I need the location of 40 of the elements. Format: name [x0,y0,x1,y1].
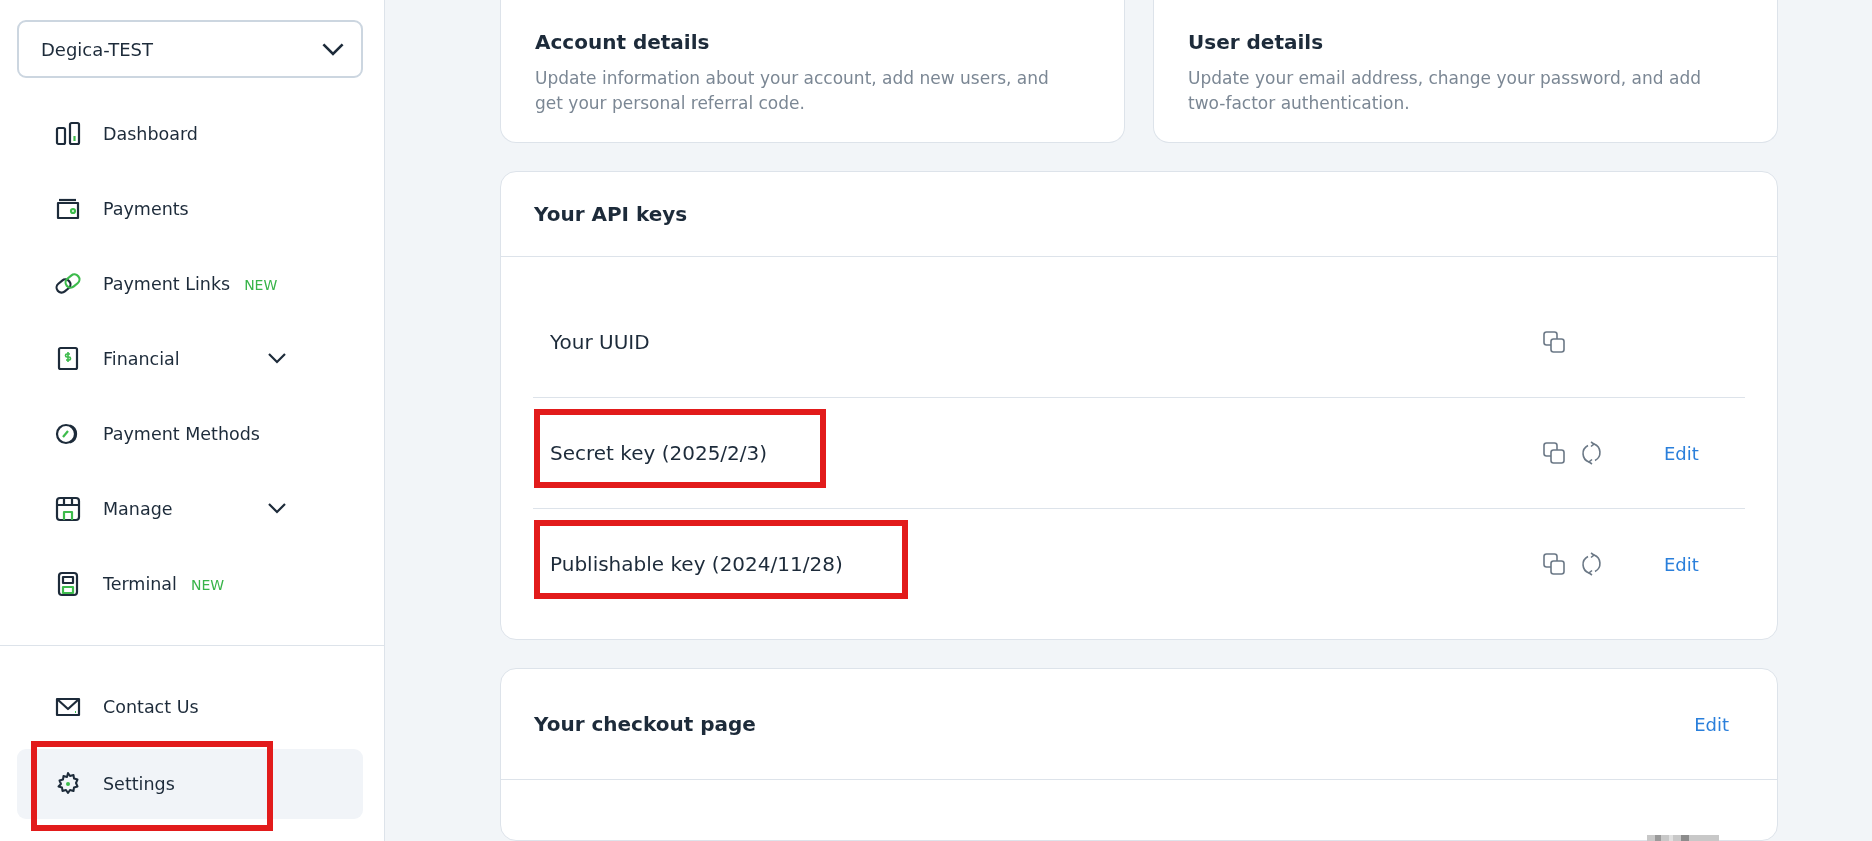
sidebar-item[interactable]: Financial [17,324,363,394]
card-description: Update information about your account, add new users, and get your personal referral code. [535,67,1050,115]
edit-link[interactable]: Edit [1694,713,1729,735]
copy-icon[interactable] [1543,442,1565,464]
sidebar-item[interactable]: Payment Methods [17,399,363,469]
new-label: NEW [244,277,278,293]
edit-link[interactable]: Edit [1664,442,1699,464]
account-name: Degica-TEST [41,38,153,60]
wallet-icon [55,196,81,222]
sidebar-item[interactable]: Manage [17,474,363,544]
key-label: Your UUID [550,330,650,354]
card-title: Account details [535,30,711,54]
chevron-down-icon [321,41,345,57]
new-label: NEW [190,577,225,593]
settings-card[interactable]: Account details Update information about your account, add new users, and get your personal referral code. [500,0,1125,143]
bar-chart-icon [55,121,81,147]
card-title: User details [1188,30,1325,54]
sidebar-item[interactable]: Payment Links NEW [17,249,363,319]
key-label: Secret key (2025/2/3) [550,441,768,465]
sidebar-item[interactable]: Dashboard [17,99,363,169]
key-label: Publishable key (2024/11/28) [550,552,843,576]
sidebar-item[interactable]: Terminal NEW [17,549,363,619]
terminal-icon [55,571,81,597]
link-icon [55,271,81,297]
settings-card[interactable]: User details Update your email address, change your password, and add two-factor authentication. [1153,0,1778,143]
edit-link[interactable]: Edit [1664,553,1699,575]
copy-icon[interactable] [1543,331,1565,353]
ledger-icon [55,346,81,372]
account-dropdown[interactable]: Degica-TEST [17,20,363,78]
refresh-icon[interactable] [1581,441,1603,465]
copy-icon[interactable] [1543,553,1565,575]
sidebar-item[interactable]: Contact Us [17,672,363,742]
card-description: Update your email address, change your password, and add two-factor authentication. [1188,67,1702,115]
panel-title: Your API keys [534,202,688,226]
panel-title: Your checkout page [534,712,756,736]
sidebar-item[interactable]: Payments [17,174,363,244]
settings-icon [55,771,81,797]
refresh-icon[interactable] [1581,552,1603,576]
sidebar-item[interactable]: Settings [17,749,363,819]
store-icon [55,496,81,522]
